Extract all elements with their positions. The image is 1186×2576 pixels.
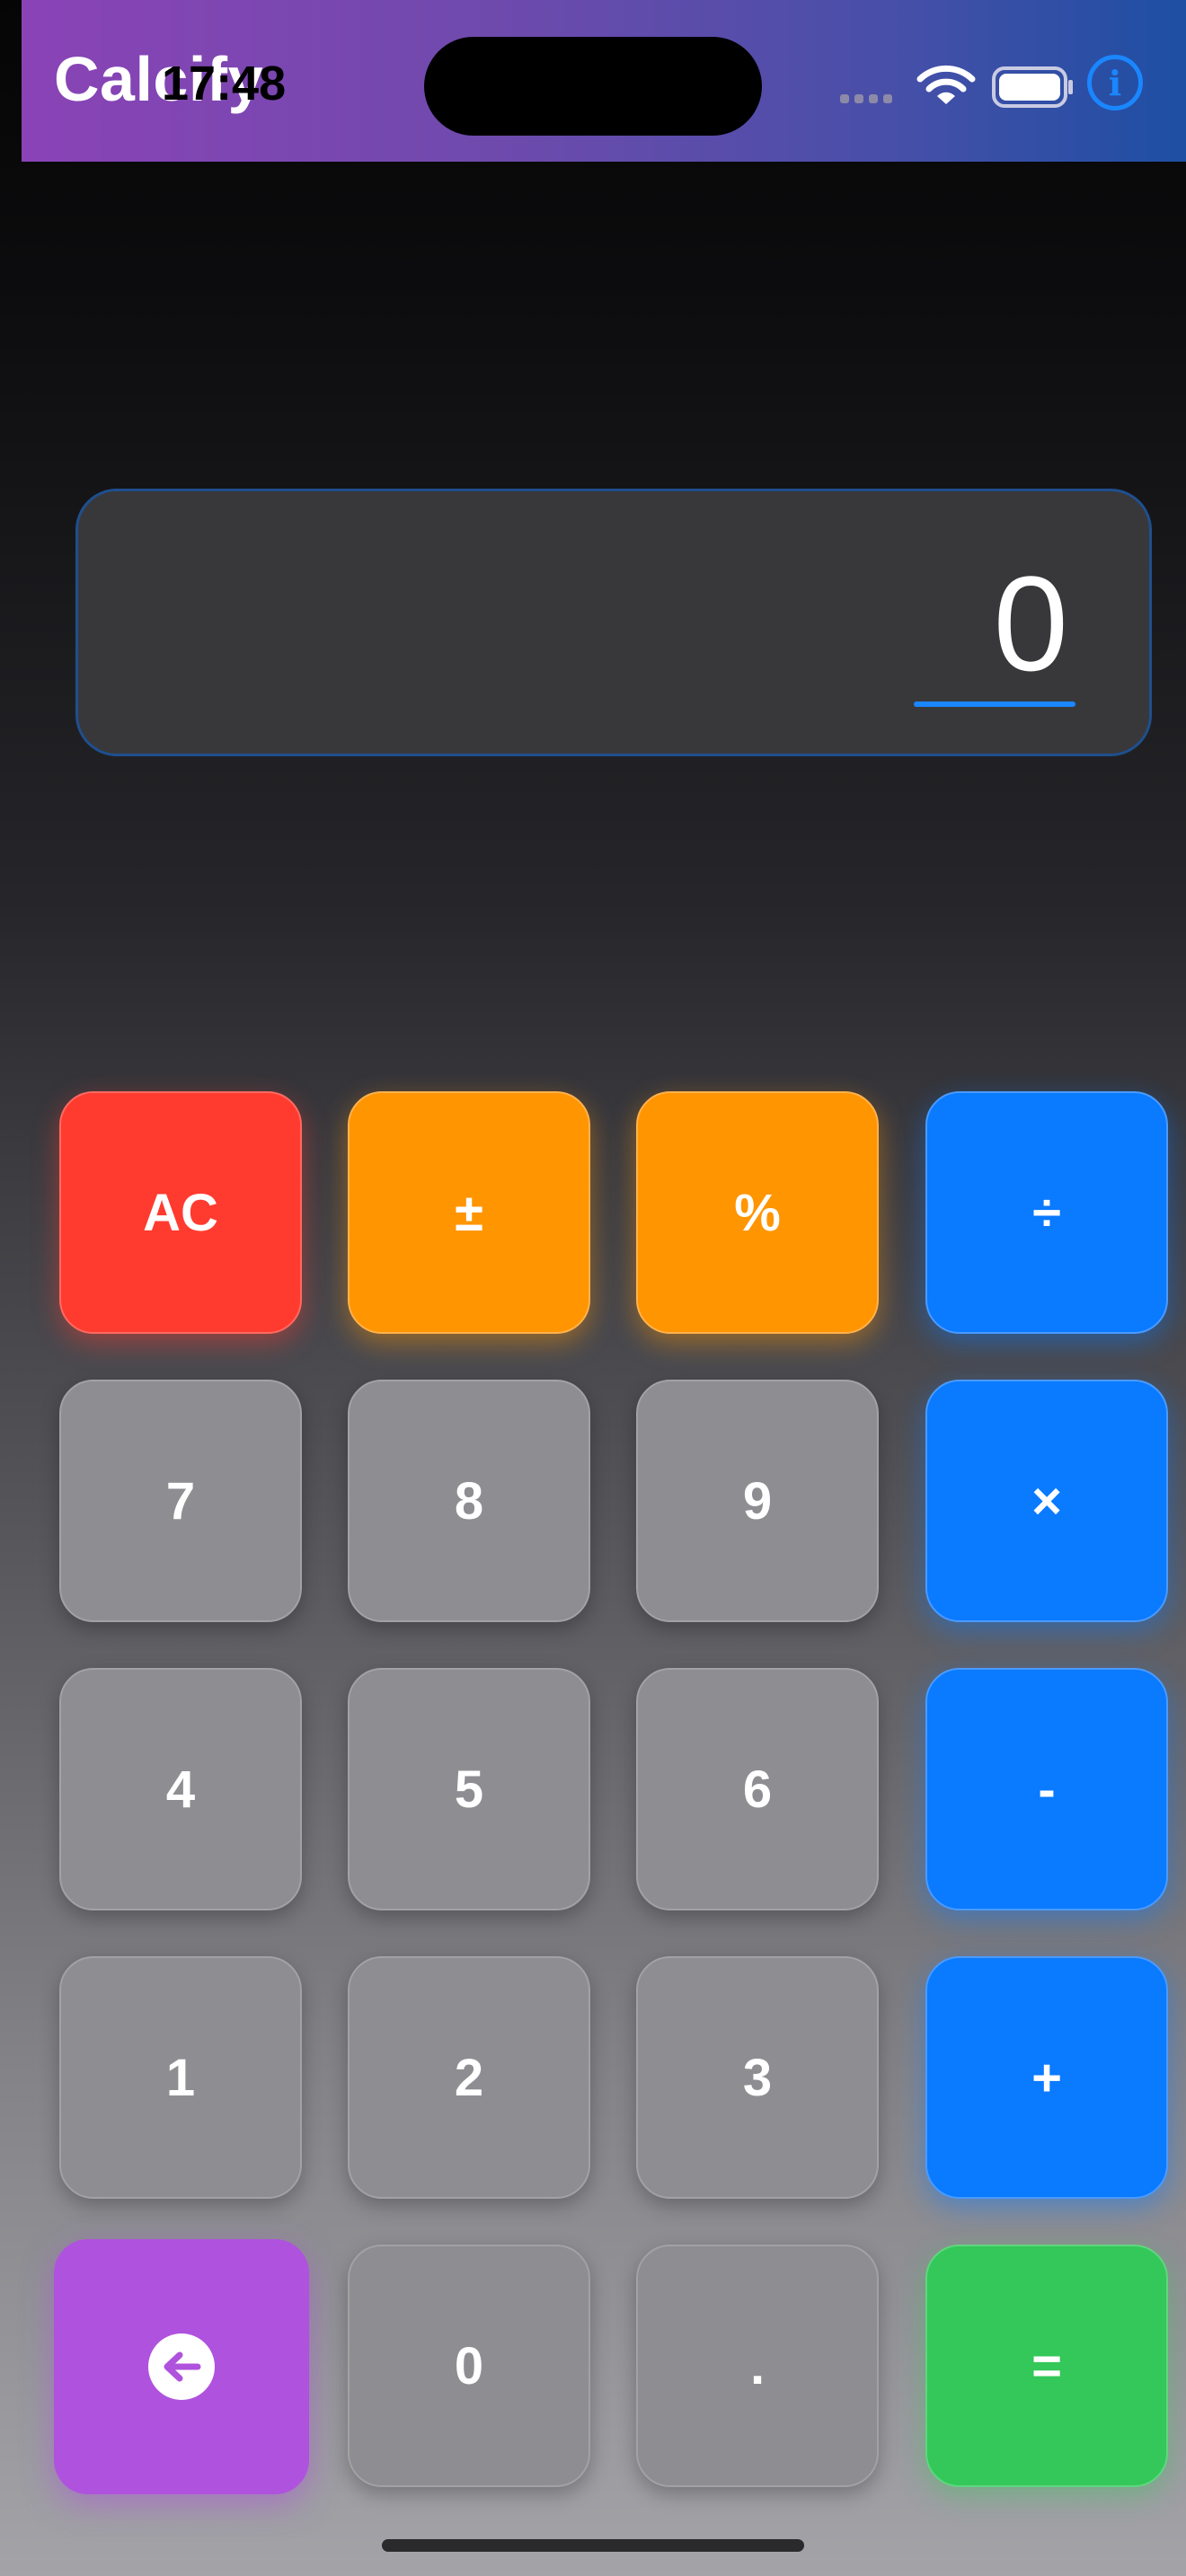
digit-6-button[interactable]: 6 <box>636 1668 879 1910</box>
subtract-button[interactable]: - <box>925 1668 1168 1910</box>
digit-9-button[interactable]: 9 <box>636 1380 879 1622</box>
dynamic-island <box>424 37 762 136</box>
multiply-button[interactable]: × <box>925 1380 1168 1622</box>
backspace-button[interactable] <box>54 2239 309 2494</box>
battery-icon <box>992 66 1073 108</box>
digit-3-button[interactable]: 3 <box>636 1956 879 2199</box>
calculator-display: 0 <box>75 489 1152 756</box>
equals-button[interactable]: = <box>925 2245 1168 2487</box>
status-time: 17:48 <box>162 57 287 110</box>
decimal-button[interactable]: . <box>636 2245 879 2487</box>
digit-5-button[interactable]: 5 <box>348 1668 590 1910</box>
display-cursor-underline <box>914 701 1075 707</box>
percent-button[interactable]: % <box>636 1091 879 1334</box>
plus-minus-button[interactable]: ± <box>348 1091 590 1334</box>
add-button[interactable]: + <box>925 1956 1168 2199</box>
digit-2-button[interactable]: 2 <box>348 1956 590 2199</box>
info-icon: i <box>1108 62 1122 103</box>
digit-0-button[interactable]: 0 <box>348 2245 590 2487</box>
digit-1-button[interactable]: 1 <box>59 1956 302 2199</box>
arrow-left-icon <box>148 2333 215 2400</box>
divide-button[interactable]: ÷ <box>925 1091 1168 1334</box>
info-button[interactable]: i <box>1087 55 1143 110</box>
digit-8-button[interactable]: 8 <box>348 1380 590 1622</box>
home-indicator[interactable] <box>382 2539 804 2552</box>
digit-4-button[interactable]: 4 <box>59 1668 302 1910</box>
all-clear-button[interactable]: AC <box>59 1091 302 1334</box>
cellular-signal-icon <box>840 94 892 103</box>
digit-7-button[interactable]: 7 <box>59 1380 302 1622</box>
display-value: 0 <box>993 548 1068 699</box>
wifi-icon <box>916 65 976 104</box>
